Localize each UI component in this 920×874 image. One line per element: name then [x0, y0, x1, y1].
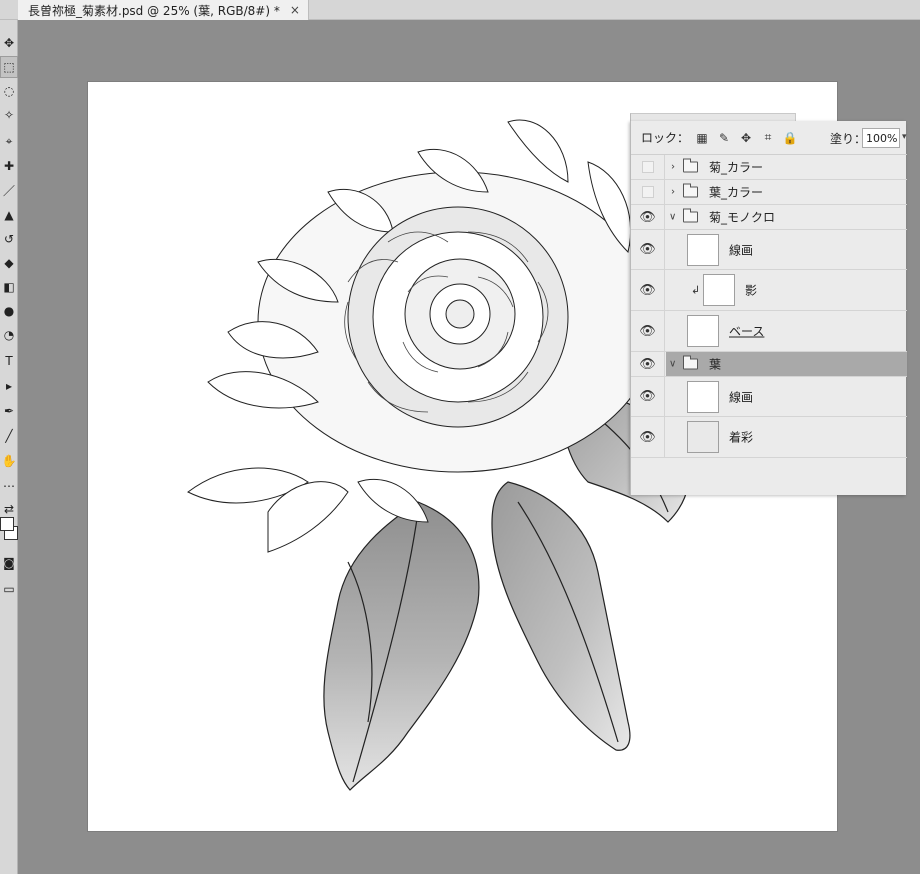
- layer-thumbnail: [687, 315, 719, 347]
- layer-row-shadow[interactable]: 👁 ↲ 影: [631, 270, 907, 311]
- layer-row-leaf-lineart[interactable]: 👁 線画: [631, 377, 907, 417]
- folder-icon: [683, 355, 698, 370]
- type-icon[interactable]: T: [0, 350, 18, 372]
- folder-icon: [683, 183, 698, 198]
- visibility-toggle[interactable]: 👁: [631, 230, 665, 269]
- eye-icon: 👁: [639, 429, 656, 445]
- layer-thumbnail: [687, 380, 719, 413]
- visibility-toggle[interactable]: 👁: [631, 352, 665, 376]
- layer-row-leaf-color[interactable]: 👁 着彩: [631, 417, 907, 458]
- visibility-toggle[interactable]: [631, 180, 665, 204]
- lock-paint-icon[interactable]: ✎: [715, 129, 733, 147]
- hand-icon[interactable]: ✋: [0, 450, 18, 472]
- visibility-off-box: [641, 161, 654, 173]
- eye-icon: 👁: [639, 282, 656, 298]
- layer-name: ベース: [729, 324, 765, 339]
- layer-row-base[interactable]: 👁 ベース: [631, 311, 907, 352]
- selection-highlight: [666, 352, 907, 376]
- fill-opacity-input[interactable]: 100%: [862, 128, 900, 148]
- document-tab-bar: 長曽祢極_菊素材.psd @ 25% (葉, RGB/8#) * ×: [0, 0, 920, 20]
- layer-thumbnail: [687, 233, 719, 266]
- more-tools-icon[interactable]: ⋯: [0, 475, 18, 497]
- flower-group: [187, 119, 659, 553]
- layer-name: 線画: [729, 243, 754, 257]
- visibility-toggle[interactable]: 👁: [631, 377, 665, 416]
- lock-artboard-icon[interactable]: ⌗: [759, 129, 777, 147]
- visibility-toggle[interactable]: 👁: [631, 311, 665, 351]
- layer-name: 影: [745, 283, 758, 298]
- history-brush-icon[interactable]: ↺: [0, 228, 18, 250]
- folder-icon: [683, 158, 698, 173]
- lock-transparency-icon[interactable]: ▦: [693, 129, 711, 147]
- stamp-icon[interactable]: ▲: [0, 204, 18, 226]
- screen-mode-icon[interactable]: ▭: [0, 578, 18, 600]
- eraser-icon[interactable]: ◆: [0, 252, 18, 274]
- eyedropper-icon[interactable]: ⌖: [0, 130, 18, 152]
- layer-name: 菊_モノクロ: [709, 210, 776, 225]
- brush-icon[interactable]: ／: [0, 180, 18, 202]
- visibility-toggle[interactable]: [631, 155, 665, 179]
- layers-panel: ロック： ▦ ✎ ✥ ⌗ 🔒 塗り： 100% ▾ › 菊_カラー › 葉_カラ…: [630, 121, 907, 495]
- move-icon[interactable]: ✥: [0, 32, 18, 54]
- twirl-open-icon[interactable]: ∨: [669, 212, 676, 223]
- lock-all-icon[interactable]: 🔒: [781, 129, 799, 147]
- document-title: 長曽祢極_菊素材.psd @ 25% (葉, RGB/8#) *: [28, 3, 280, 18]
- magic-wand-icon[interactable]: ✧: [0, 104, 18, 126]
- dodge-icon[interactable]: ◔: [0, 324, 18, 346]
- blur-icon[interactable]: ●: [0, 300, 18, 322]
- lock-row: ロック： ▦ ✎ ✥ ⌗ 🔒 塗り： 100% ▾: [631, 121, 907, 155]
- visibility-toggle[interactable]: 👁: [631, 270, 665, 310]
- shape-icon[interactable]: ╱: [0, 425, 18, 447]
- lock-position-icon[interactable]: ✥: [737, 129, 755, 147]
- healing-icon[interactable]: ✚: [0, 155, 18, 177]
- layer-name: 菊_カラー: [709, 160, 764, 175]
- visibility-off-box: [641, 186, 654, 198]
- visibility-toggle[interactable]: 👁: [631, 417, 665, 457]
- folder-icon: [683, 208, 698, 223]
- layer-row-lineart[interactable]: 👁 線画: [631, 230, 907, 270]
- paint-bucket-icon[interactable]: ◧: [0, 276, 18, 298]
- eye-icon: 👁: [639, 323, 656, 339]
- eye-icon: 👁: [639, 389, 656, 404]
- foreground-color-swatch[interactable]: [0, 517, 14, 531]
- path-select-icon[interactable]: ▸: [0, 375, 18, 397]
- quick-mask-icon[interactable]: ◙: [0, 552, 18, 574]
- layer-row-group-ha-color[interactable]: › 葉_カラー: [631, 180, 907, 205]
- layer-name: 葉_カラー: [709, 185, 764, 200]
- clipping-mask-icon: ↲: [691, 283, 701, 297]
- layer-name: 線画: [729, 390, 754, 404]
- layer-row-group-kiku-color[interactable]: › 菊_カラー: [631, 155, 907, 180]
- chevron-down-icon[interactable]: ▾: [902, 132, 907, 142]
- twirl-open-icon[interactable]: ∨: [669, 359, 676, 370]
- lock-label: ロック：: [641, 131, 690, 145]
- layer-thumbnail: [687, 421, 719, 453]
- tools-panel: ✥ ⬚ ◌ ✧ ⌖ ✚ ／ ▲ ↺ ◆ ◧ ● ◔ T ▸ ✒ ╱ ✋ ⋯ ⇄ …: [0, 20, 18, 874]
- visibility-toggle[interactable]: 👁: [631, 205, 665, 229]
- document-tab[interactable]: 長曽祢極_菊素材.psd @ 25% (葉, RGB/8#) * ×: [18, 0, 309, 20]
- close-icon[interactable]: ×: [290, 4, 300, 16]
- layer-row-group-kiku-mono[interactable]: 👁 ∨ 菊_モノクロ: [631, 205, 907, 230]
- eye-icon: 👁: [639, 242, 656, 257]
- eye-icon: 👁: [639, 356, 656, 372]
- pen-icon[interactable]: ✒: [0, 400, 18, 422]
- twirl-closed-icon[interactable]: ›: [671, 187, 675, 198]
- eye-icon: 👁: [639, 209, 656, 225]
- photoshop-window: 長曽祢極_菊素材.psd @ 25% (葉, RGB/8#) * × ✥ ⬚ ◌…: [0, 0, 920, 874]
- marquee-icon[interactable]: ⬚: [0, 56, 18, 78]
- twirl-closed-icon[interactable]: ›: [671, 162, 675, 173]
- fill-label: 塗り：: [830, 132, 867, 146]
- layer-name: 着彩: [729, 430, 754, 445]
- lasso-icon[interactable]: ◌: [0, 80, 18, 102]
- layer-thumbnail: [703, 274, 735, 306]
- layer-name: 葉: [709, 357, 722, 372]
- layer-row-group-ha[interactable]: 👁 ∨ 葉: [631, 352, 907, 377]
